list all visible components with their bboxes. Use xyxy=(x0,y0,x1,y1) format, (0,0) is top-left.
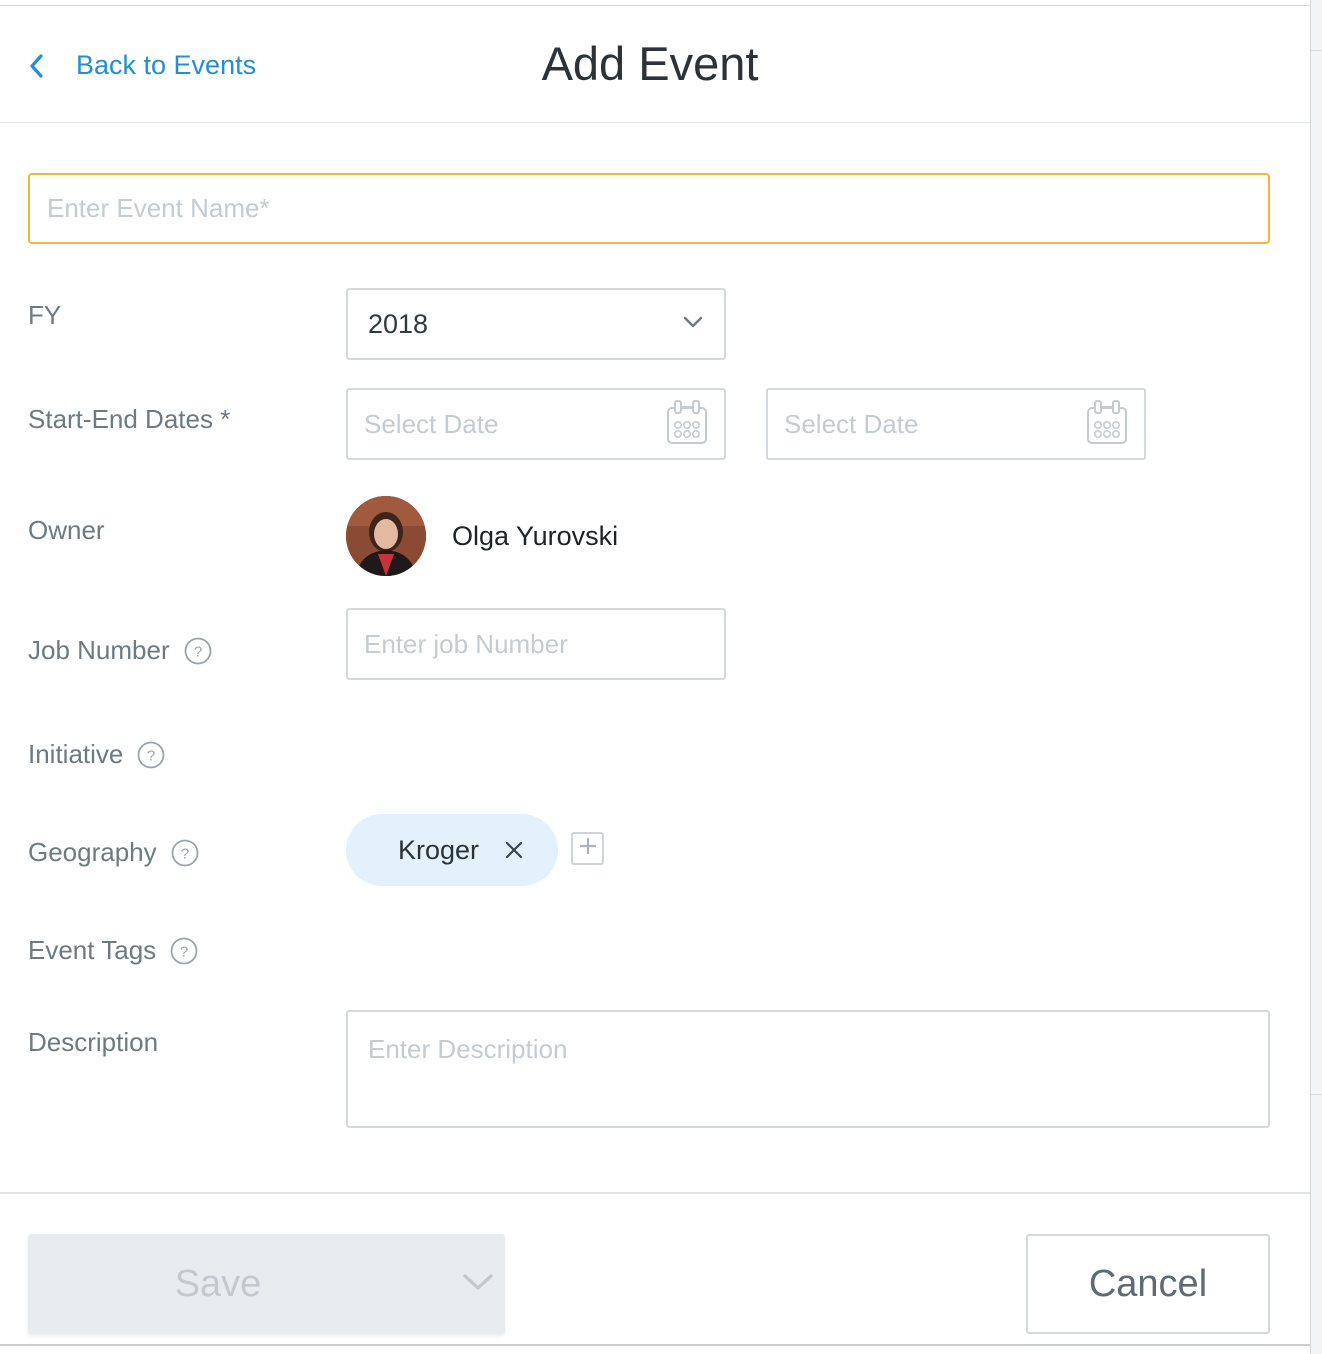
scrollbar-track[interactable] xyxy=(1310,0,1322,1354)
chevron-down-icon xyxy=(682,315,704,334)
footer-divider xyxy=(0,1192,1310,1194)
fy-label: FY xyxy=(28,300,61,331)
help-icon[interactable]: ? xyxy=(184,637,212,665)
svg-text:?: ? xyxy=(180,845,188,862)
owner-name: Olga Yurovski xyxy=(452,520,619,551)
help-icon[interactable]: ? xyxy=(170,937,198,965)
description-label-text: Description xyxy=(28,1027,159,1057)
dates-label-text: Start-End Dates * xyxy=(28,404,231,434)
owner-label: Owner xyxy=(28,515,105,546)
add-geography-button[interactable] xyxy=(571,832,604,865)
svg-text:?: ? xyxy=(180,943,188,960)
event-tags-label-text: Event Tags xyxy=(28,935,157,965)
help-icon[interactable]: ? xyxy=(171,839,199,867)
save-button-label: Save xyxy=(174,1262,262,1305)
bottom-divider xyxy=(0,1344,1310,1346)
job-number-input[interactable] xyxy=(346,608,726,680)
calendar-icon[interactable] xyxy=(666,399,708,450)
scrollbar-thumb[interactable] xyxy=(1311,50,1322,1095)
help-icon[interactable]: ? xyxy=(137,741,165,769)
avatar xyxy=(346,496,426,576)
owner-display[interactable]: Olga Yurovski xyxy=(346,496,618,576)
event-tags-label: Event Tags ? xyxy=(28,935,198,966)
end-date-picker[interactable]: Select Date xyxy=(766,388,1146,460)
geography-label-text: Geography xyxy=(28,837,157,867)
initiative-label-text: Initiative xyxy=(28,739,124,769)
fy-selected-value: 2018 xyxy=(368,308,429,339)
job-number-label: Job Number ? xyxy=(28,635,212,666)
start-date-placeholder: Select Date xyxy=(364,408,499,439)
dates-label: Start-End Dates * xyxy=(28,404,230,435)
calendar-icon[interactable] xyxy=(1086,399,1128,450)
save-button[interactable]: Save xyxy=(28,1234,505,1334)
add-event-panel: Back to Events Add Event FY 2018 Start-E… xyxy=(0,0,1310,1354)
page-header: Back to Events Add Event xyxy=(0,6,1310,123)
svg-text:?: ? xyxy=(147,747,155,764)
close-icon[interactable] xyxy=(505,841,523,859)
start-date-picker[interactable]: Select Date xyxy=(346,388,726,460)
owner-label-text: Owner xyxy=(28,515,105,545)
chevron-down-icon[interactable] xyxy=(460,1272,496,1299)
fy-label-text: FY xyxy=(28,300,62,330)
end-date-placeholder: Select Date xyxy=(784,408,919,439)
plus-icon xyxy=(578,836,598,861)
page-title: Add Event xyxy=(541,37,759,90)
initiative-label: Initiative ? xyxy=(28,739,165,770)
job-number-label-text: Job Number xyxy=(28,635,170,665)
fy-select[interactable]: 2018 xyxy=(346,288,726,360)
geography-chip-label: Kroger xyxy=(398,834,480,865)
event-name-input[interactable] xyxy=(28,173,1270,244)
geography-chip: Kroger xyxy=(346,814,558,886)
cancel-button[interactable]: Cancel xyxy=(1026,1234,1270,1334)
svg-text:?: ? xyxy=(193,643,201,660)
geography-label: Geography ? xyxy=(28,837,199,868)
description-label: Description xyxy=(28,1027,158,1058)
description-textarea[interactable] xyxy=(346,1010,1270,1128)
